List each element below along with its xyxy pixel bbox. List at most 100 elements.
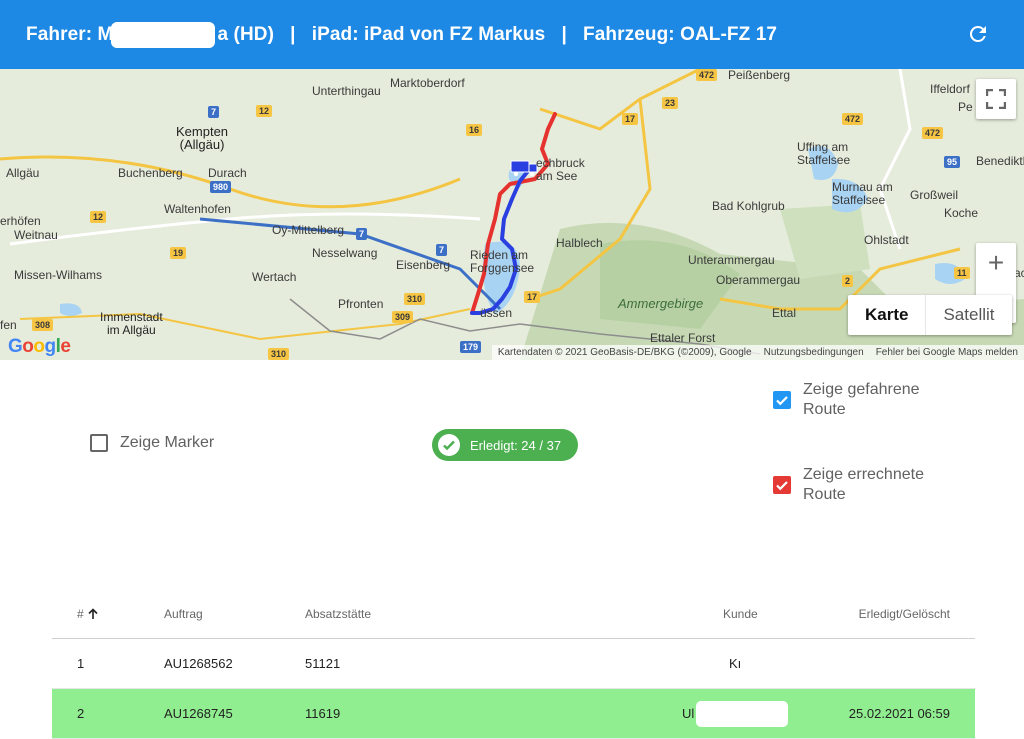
zoom-in-button[interactable]: +: [976, 243, 1016, 283]
refresh-icon[interactable]: [966, 22, 990, 46]
map-label: Eisenberg: [396, 258, 451, 272]
show-calculated-route-checkbox[interactable]: Zeige errechnete Route: [773, 465, 924, 505]
road-shield: 308: [32, 319, 54, 331]
checkbox-unchecked-icon: [90, 434, 108, 452]
column-header-customer[interactable]: Kunde: [723, 590, 758, 638]
redacted-driver-name: [111, 21, 216, 48]
show-driven-route-checkbox[interactable]: Zeige gefahrene Route: [773, 380, 920, 420]
driver-label: Fahrer: M: [26, 23, 114, 45]
map-label: Missen-Wilhams: [14, 268, 103, 282]
road-shield: 472: [696, 69, 718, 81]
terms-link[interactable]: Nutzungsbedingungen: [758, 347, 870, 358]
google-logo[interactable]: Google: [8, 336, 71, 358]
checkbox-checked-icon: [773, 391, 791, 409]
map-label: Bad Kohlgrub: [712, 199, 785, 213]
column-header-outlet[interactable]: Absatzstätte: [305, 590, 371, 638]
map-label: Allgäu: [6, 166, 40, 180]
show-marker-checkbox[interactable]: Zeige Marker: [90, 433, 214, 453]
map-label: Oy-Mittelberg: [272, 223, 345, 237]
map-type-control: Karte Satellit: [848, 295, 1012, 335]
table-row-completed[interactable]: 2 AU1268745 11619 Ul 25.02.2021 06:59: [52, 689, 975, 739]
map-label: Rieden am Forggensee: [470, 248, 535, 275]
map-label-mountains: Ammergebirge: [618, 296, 704, 311]
map-label: Koche: [944, 206, 979, 220]
road-shield: 980: [210, 181, 232, 193]
road-shield: 7: [356, 228, 368, 240]
map-label: Murnau am Staffelsee: [832, 180, 893, 207]
map-label: fen: [0, 318, 17, 332]
cell-num: 1: [77, 656, 85, 671]
map-attribution-bar: Kartendaten © 2021 GeoBasis-DE/BKG (©200…: [491, 345, 1024, 360]
road-shield: 16: [466, 124, 483, 136]
map-attribution: Kartendaten © 2021 GeoBasis-DE/BKG (©200…: [497, 347, 752, 358]
road-shield: 2: [842, 275, 854, 287]
road-shield: 17: [524, 291, 541, 303]
header-separator: |: [290, 23, 296, 45]
map-label: Ettaler Forst: [650, 331, 716, 345]
road-shield: 95: [944, 156, 961, 168]
app-header: Fahrer: M a (HD) | iPad: iPad von FZ Mark…: [0, 0, 1024, 69]
check-circle-icon: [438, 434, 460, 456]
road-shield: 309: [392, 311, 414, 323]
map-label: Weitnau: [14, 228, 58, 242]
road-shield: 11: [954, 267, 970, 279]
show-calculated-route-label: Zeige errechnete Route: [803, 466, 924, 503]
column-header-order[interactable]: Auftrag: [164, 590, 203, 638]
road-shield: 23: [662, 97, 679, 109]
map-type-satellite-button[interactable]: Satellit: [925, 295, 1011, 335]
ipad-label: iPad: iPad von FZ Markus: [311, 23, 546, 45]
map-label: Wertach: [252, 270, 297, 284]
map-label: Peißenberg: [728, 69, 791, 82]
column-header-done[interactable]: Erledigt/Gelöscht: [859, 590, 950, 638]
road-shield: 12: [256, 105, 273, 117]
checkbox-checked-icon: [773, 476, 791, 494]
map-label: üssen: [480, 306, 513, 320]
road-shield: 472: [842, 113, 864, 125]
map-label: Immenstadt im Allgäu: [100, 310, 163, 337]
road-shield: 179: [460, 341, 482, 353]
report-error-link[interactable]: Fehler bei Google Maps melden: [870, 347, 1024, 358]
table-header: # Auftrag Absatzstätte Kunde Erledigt/Ge…: [52, 590, 975, 639]
map-label: Großweil: [910, 188, 959, 202]
map-label: Durach: [208, 166, 247, 180]
vehicle-label: Fahrzeug: OAL-FZ 17: [583, 23, 778, 45]
map-label: Marktoberdorf: [390, 76, 465, 90]
road-shield: 472: [922, 127, 944, 139]
road-shield: 310: [268, 348, 290, 360]
road-shield: 7: [208, 106, 220, 118]
fullscreen-button[interactable]: [976, 79, 1016, 119]
table-row[interactable]: 1 AU1268562 51121 Kı: [52, 639, 975, 689]
cell-customer: Ul: [682, 706, 695, 721]
cell-outlet: 51121: [305, 656, 341, 671]
show-marker-label: Zeige Marker: [120, 434, 215, 451]
column-header-num[interactable]: #: [77, 590, 99, 638]
status-chip: Erledigt: 24 / 37: [432, 429, 578, 461]
map-label: Pfronten: [338, 297, 384, 311]
road-shield: 17: [622, 113, 639, 125]
driver-label-suffix: a (HD): [217, 23, 275, 45]
road-shield: 7: [436, 244, 448, 256]
arrow-up-icon: [88, 608, 98, 619]
map-label: Nesselwang: [312, 246, 378, 260]
map-label: Buchenberg: [118, 166, 183, 180]
road-shield: 12: [90, 211, 107, 223]
map-label: Oberammergau: [716, 273, 801, 287]
fullscreen-icon: [986, 89, 1006, 109]
map-label: Waltenhofen: [164, 202, 231, 216]
redacted-customer-name: [696, 700, 789, 727]
road-shield: 19: [170, 247, 187, 259]
show-driven-route-label: Zeige gefahrene Route: [803, 381, 920, 418]
map-label-city: Kempten (Allgäu): [176, 124, 229, 152]
map-label: Ettal: [772, 306, 797, 320]
map-type-map-button[interactable]: Karte: [848, 295, 925, 335]
status-chip-text: Erledigt: 24 / 37: [470, 437, 562, 453]
road-shield: 310: [404, 293, 426, 305]
map-label: Ohlstadt: [864, 233, 909, 247]
cell-customer: Kı: [729, 656, 742, 671]
map-label: echbruck am See: [536, 156, 585, 183]
map-label: Halblech: [556, 236, 603, 250]
header-title: Fahrer: M a (HD) | iPad: iPad von FZ Mark…: [26, 21, 778, 48]
orders-table: # Auftrag Absatzstätte Kunde Erledigt/Ge…: [52, 590, 975, 739]
cell-order: AU1268562: [164, 656, 233, 671]
map-label: Uffing am Staffelsee: [797, 140, 851, 167]
